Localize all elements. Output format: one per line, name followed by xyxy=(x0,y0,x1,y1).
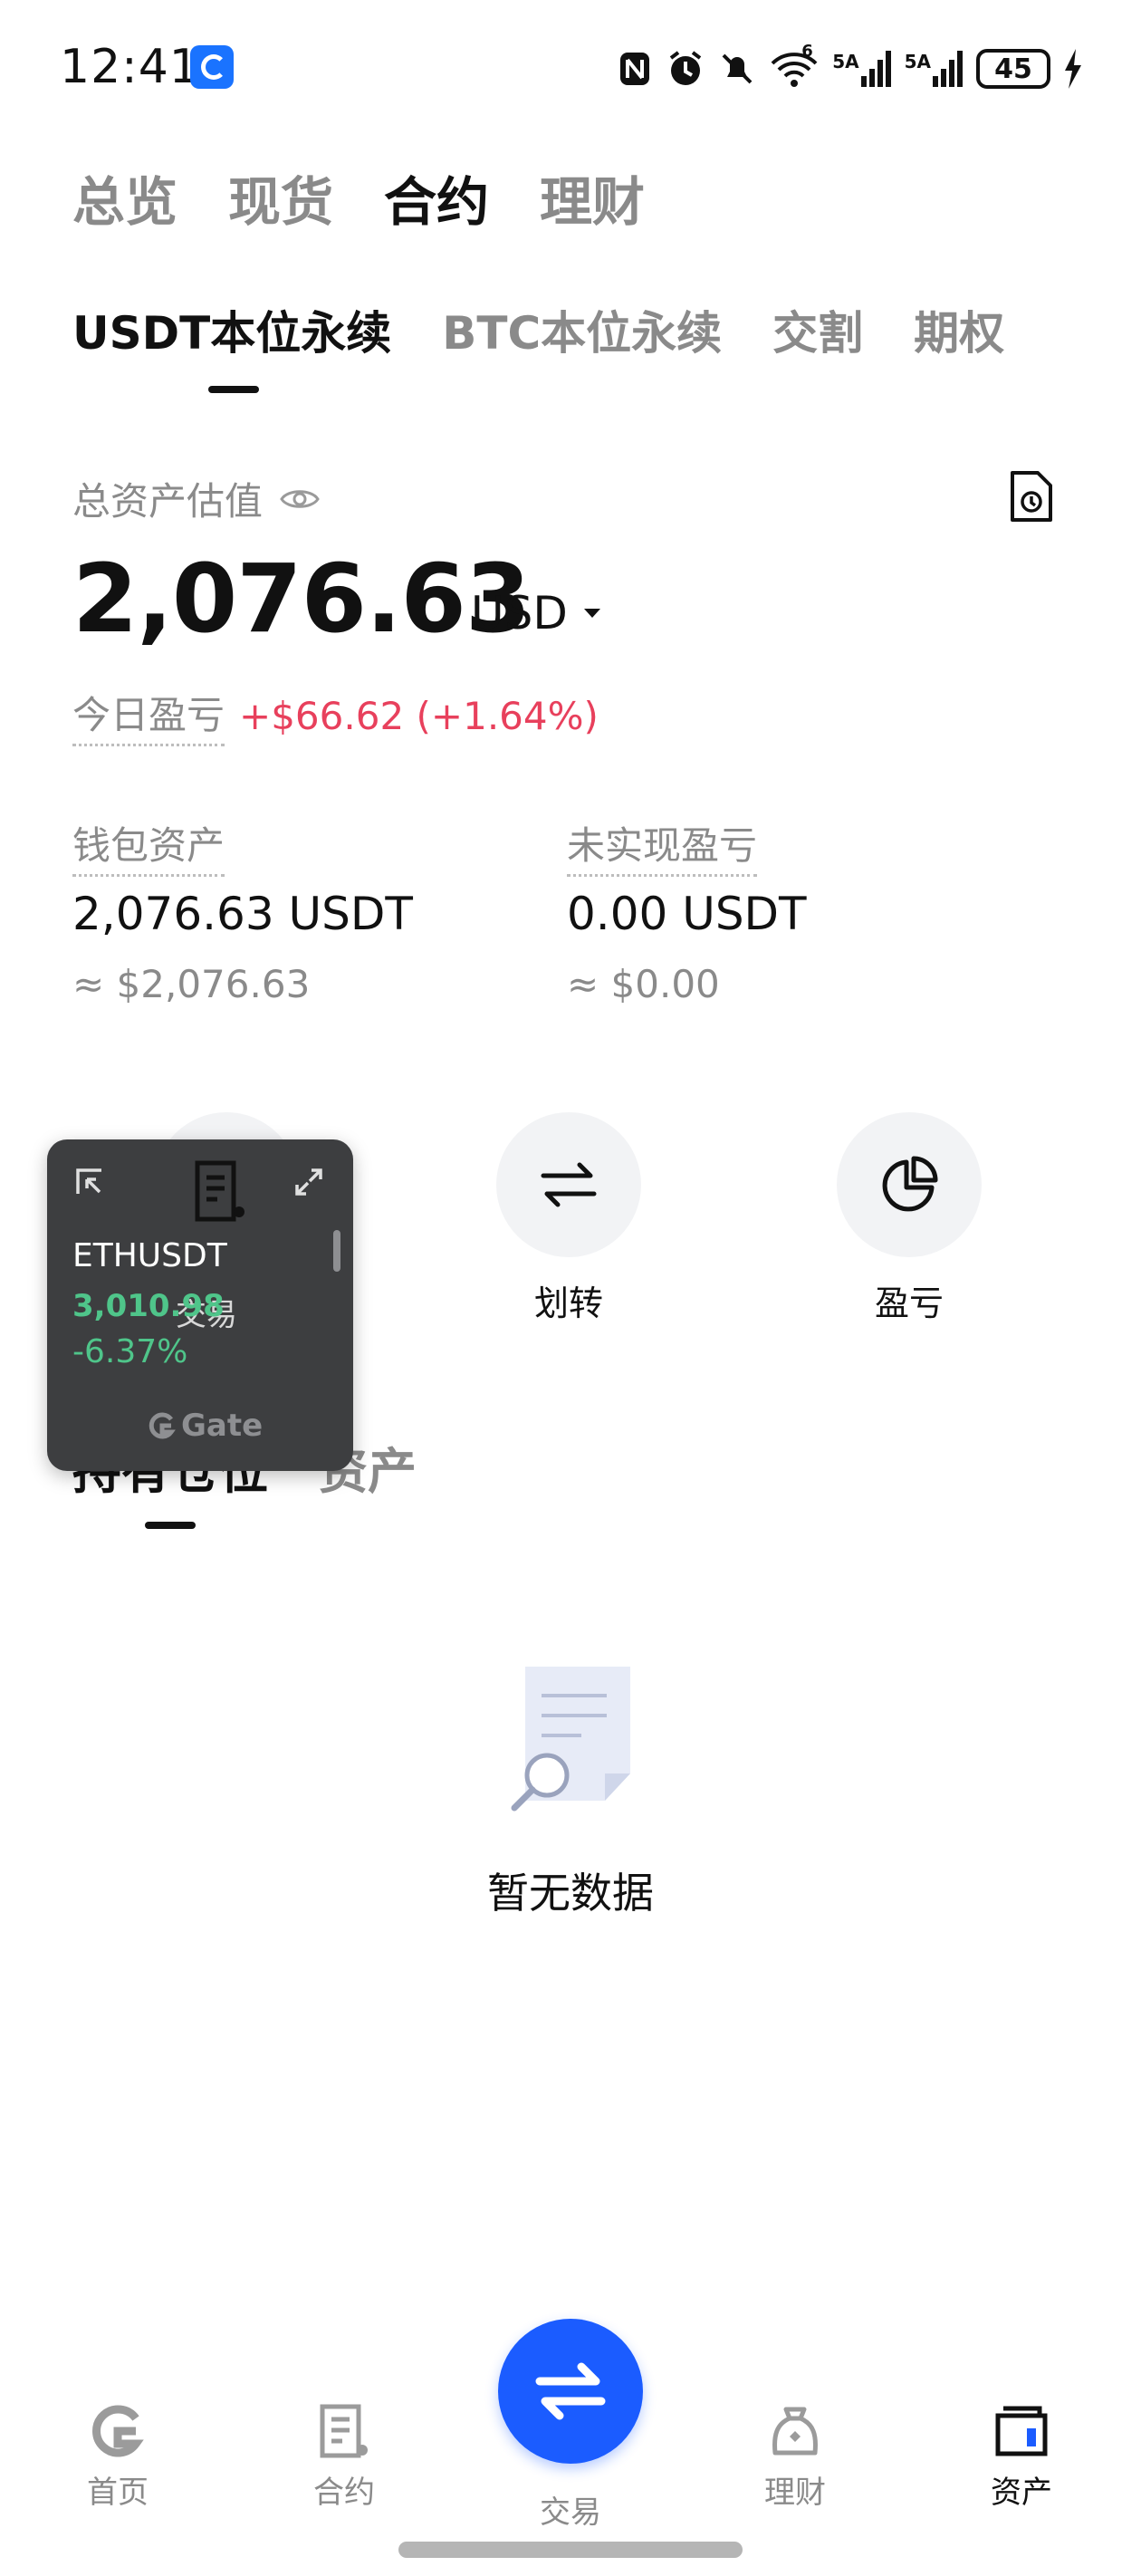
tab-overview[interactable]: 总览 xyxy=(72,159,177,235)
nav-contract-label: 合约 xyxy=(313,2475,375,2511)
transfer-action-label: 划转 xyxy=(533,1283,603,1323)
nav-trade[interactable]: 交易 xyxy=(498,2319,643,2532)
charging-icon xyxy=(1065,49,1081,89)
unrealized-pnl-value: 0.00 USDT xyxy=(567,888,807,940)
contract-type-tabs: USDT本位永续 BTC本位永续 交割 期权 xyxy=(72,297,1004,362)
transfer-action-button[interactable]: 划转 xyxy=(469,1112,668,1325)
wallet-assets-usd: ≈ $2,076.63 xyxy=(72,962,311,1006)
trade-swap-icon xyxy=(535,2362,606,2420)
signal-bars-icon xyxy=(860,51,891,87)
pnl-action-label: 盈亏 xyxy=(874,1283,944,1323)
widget-change: -6.37% xyxy=(72,1333,188,1370)
mute-bell-icon xyxy=(722,53,753,84)
tab-spot[interactable]: 现货 xyxy=(228,159,333,235)
signal-1: 5A xyxy=(832,51,891,87)
status-time: 12:41 xyxy=(60,40,200,94)
home-gate-icon xyxy=(92,2405,144,2457)
total-assets-header: 总资产估值 xyxy=(72,471,321,526)
tab-options[interactable]: 期权 xyxy=(914,297,1004,362)
tab-delivery[interactable]: 交割 xyxy=(772,297,863,362)
wifi-status: 6 xyxy=(769,42,820,89)
nav-assets[interactable]: 资产 xyxy=(949,2402,1094,2512)
home-indicator-bar[interactable] xyxy=(398,2542,743,2558)
empty-document-illustration xyxy=(511,1667,630,1812)
widget-scrollbar[interactable] xyxy=(333,1230,340,1272)
nav-home[interactable]: 首页 xyxy=(45,2402,190,2512)
history-document-icon[interactable] xyxy=(1007,469,1054,524)
position-tab-indicator xyxy=(145,1522,196,1529)
widget-brand: Gate xyxy=(149,1408,263,1444)
unrealized-pnl-label[interactable]: 未实现盈亏 xyxy=(567,815,758,877)
wallet-assets-value: 2,076.63 USDT xyxy=(72,888,413,940)
pnl-action-button[interactable]: 盈亏 xyxy=(810,1112,1009,1325)
network-type-1: 5A xyxy=(832,51,859,72)
nav-finance[interactable]: 理财 xyxy=(723,2402,868,2512)
currency-selector[interactable]: USD xyxy=(471,587,602,639)
pnl-action-circle xyxy=(837,1112,982,1257)
total-assets-label: 总资产估值 xyxy=(72,479,264,524)
gate-logo-icon xyxy=(149,1412,176,1439)
currency-label: USD xyxy=(471,587,568,639)
order-document-icon[interactable] xyxy=(192,1159,250,1223)
caret-down-icon xyxy=(583,609,600,618)
signal-2: 5A xyxy=(905,51,964,87)
nav-trade-label: 交易 xyxy=(540,2494,601,2531)
tab-contract[interactable]: 合约 xyxy=(384,159,489,235)
today-pnl-label[interactable]: 今日盈亏 xyxy=(72,685,225,746)
status-icons: 6 5A 5A 45 xyxy=(617,42,1083,91)
empty-state-text: 暂无数据 xyxy=(487,1869,654,1918)
nav-contract[interactable]: 合约 xyxy=(272,2402,417,2512)
contract-document-icon xyxy=(320,2404,368,2458)
top-tabs: 总览 现货 合约 理财 xyxy=(72,159,645,235)
wallet-assets-label[interactable]: 钱包资产 xyxy=(72,815,225,877)
tab-btc-perpetual[interactable]: BTC本位永续 xyxy=(442,297,722,362)
active-tab-indicator xyxy=(208,386,259,393)
widget-symbol: ETHUSDT xyxy=(72,1237,227,1274)
pie-chart-icon xyxy=(882,1156,938,1212)
nfc-icon xyxy=(620,53,650,85)
total-assets-value: 2,076.63 xyxy=(72,543,531,654)
wallet-icon xyxy=(995,2406,1048,2456)
battery-icon: 45 xyxy=(976,49,1050,89)
nav-finance-label: 理财 xyxy=(764,2475,826,2511)
tab-usdt-perpetual[interactable]: USDT本位永续 xyxy=(72,297,391,362)
today-pnl-value: +$66.62 (+1.64%) xyxy=(239,693,599,738)
gate-app-notification-icon xyxy=(190,45,234,89)
finance-pot-icon xyxy=(772,2407,818,2456)
wifi-badge: 6 xyxy=(801,42,813,61)
nav-assets-label: 资产 xyxy=(991,2475,1052,2511)
eye-icon[interactable] xyxy=(279,485,321,513)
signal-bars-icon xyxy=(933,51,963,87)
trade-fab-button[interactable] xyxy=(498,2319,643,2464)
network-type-2: 5A xyxy=(904,51,931,72)
minimize-icon[interactable] xyxy=(74,1167,105,1197)
transfer-arrows-icon xyxy=(541,1162,597,1207)
today-pnl-row: 今日盈亏 +$66.62 (+1.64%) xyxy=(72,685,599,746)
nav-home-label: 首页 xyxy=(87,2475,149,2511)
widget-price: 3,010.98 xyxy=(72,1288,225,1324)
floating-price-widget[interactable]: ETHUSDT 交易 3,010.98 -6.37% Gate xyxy=(47,1139,353,1471)
tab-finance[interactable]: 理财 xyxy=(540,159,645,235)
expand-icon[interactable] xyxy=(293,1167,324,1197)
alarm-icon xyxy=(669,51,702,85)
battery-level: 45 xyxy=(994,53,1032,85)
transfer-action-circle xyxy=(496,1112,641,1257)
unrealized-pnl-usd: ≈ $0.00 xyxy=(567,962,720,1006)
brand-name: Gate xyxy=(181,1408,264,1444)
